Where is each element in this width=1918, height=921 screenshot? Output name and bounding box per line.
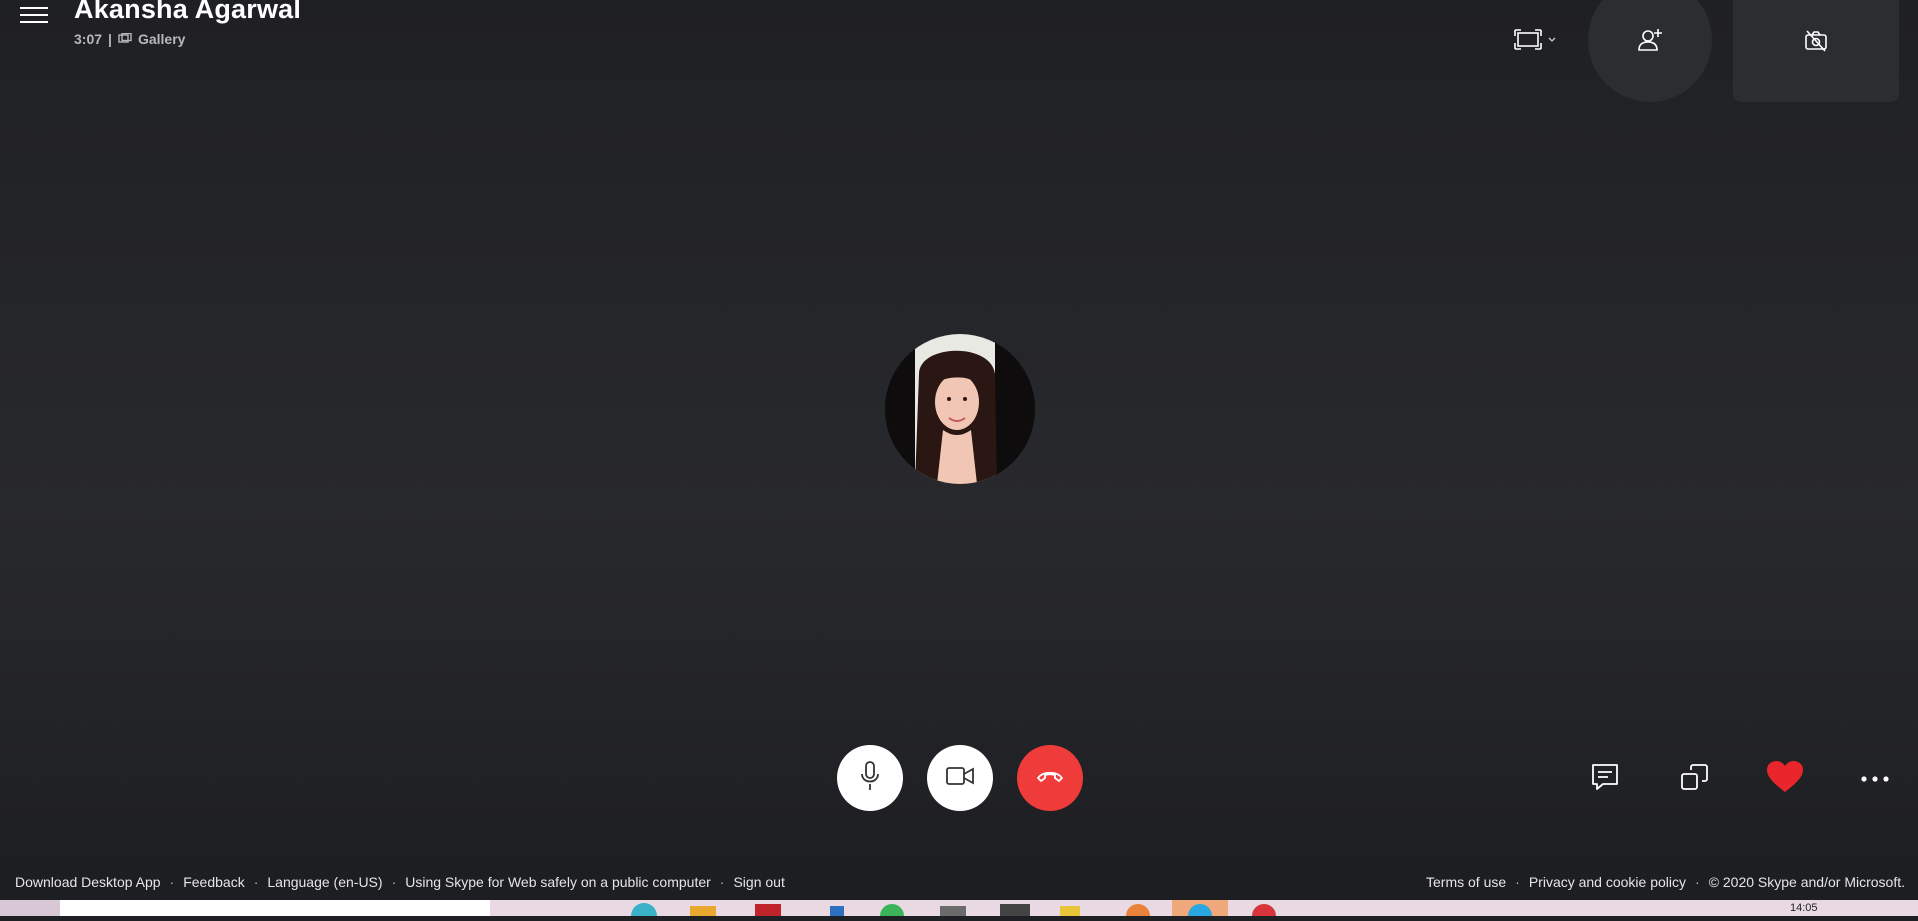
taskbar-clock: 14:05 bbox=[1790, 902, 1818, 914]
start-button[interactable] bbox=[0, 900, 60, 916]
fullscreen-frame-icon bbox=[1512, 29, 1560, 58]
react-button[interactable] bbox=[1766, 760, 1804, 798]
terms-of-use-link[interactable]: Terms of use bbox=[1426, 874, 1506, 890]
gallery-icon bbox=[118, 31, 132, 47]
language-link[interactable]: Language (en-US) bbox=[267, 874, 382, 890]
sign-out-link[interactable]: Sign out bbox=[733, 874, 784, 890]
call-duration: 3:07 bbox=[74, 31, 103, 47]
hang-up-icon bbox=[1035, 769, 1065, 788]
camera-off-icon bbox=[1804, 30, 1828, 57]
privacy-policy-link[interactable]: Privacy and cookie policy bbox=[1529, 874, 1686, 890]
video-toggle-button[interactable] bbox=[927, 745, 993, 811]
add-person-icon bbox=[1638, 27, 1664, 58]
chat-button[interactable] bbox=[1586, 760, 1624, 798]
microphone-icon bbox=[858, 760, 882, 797]
page-footer: Download Desktop App · Feedback · Language (… bbox=[0, 862, 1918, 900]
mute-microphone-button[interactable] bbox=[837, 745, 903, 811]
taskbar-search-box[interactable] bbox=[60, 900, 490, 916]
taskbar-app-icons bbox=[500, 900, 1320, 921]
contact-name: Akansha Agarwal bbox=[74, 0, 302, 24]
status-separator: | bbox=[108, 31, 112, 47]
copyright-text: © 2020 Skype and/or Microsoft. bbox=[1708, 874, 1905, 890]
layout-toggle-button[interactable] bbox=[1512, 26, 1560, 54]
heart-icon bbox=[1766, 760, 1804, 799]
share-screen-icon bbox=[1680, 762, 1710, 797]
video-camera-icon bbox=[945, 765, 975, 792]
more-options-icon bbox=[1860, 770, 1890, 788]
add-participant-button[interactable] bbox=[1588, 0, 1712, 102]
public-computer-safety-link[interactable]: Using Skype for Web safely on a public c… bbox=[405, 874, 711, 890]
chat-icon bbox=[1590, 762, 1620, 797]
share-screen-button[interactable] bbox=[1676, 760, 1714, 798]
download-desktop-app-link[interactable]: Download Desktop App bbox=[15, 874, 161, 890]
more-options-button[interactable] bbox=[1856, 760, 1894, 798]
call-status: 3:07 | Gallery bbox=[74, 31, 185, 47]
self-video-tile[interactable] bbox=[1733, 0, 1899, 102]
end-call-button[interactable] bbox=[1017, 745, 1083, 811]
contact-avatar bbox=[885, 334, 1035, 484]
view-mode-label: Gallery bbox=[137, 31, 186, 47]
feedback-link[interactable]: Feedback bbox=[183, 874, 244, 890]
menu-button[interactable] bbox=[18, 2, 52, 36]
